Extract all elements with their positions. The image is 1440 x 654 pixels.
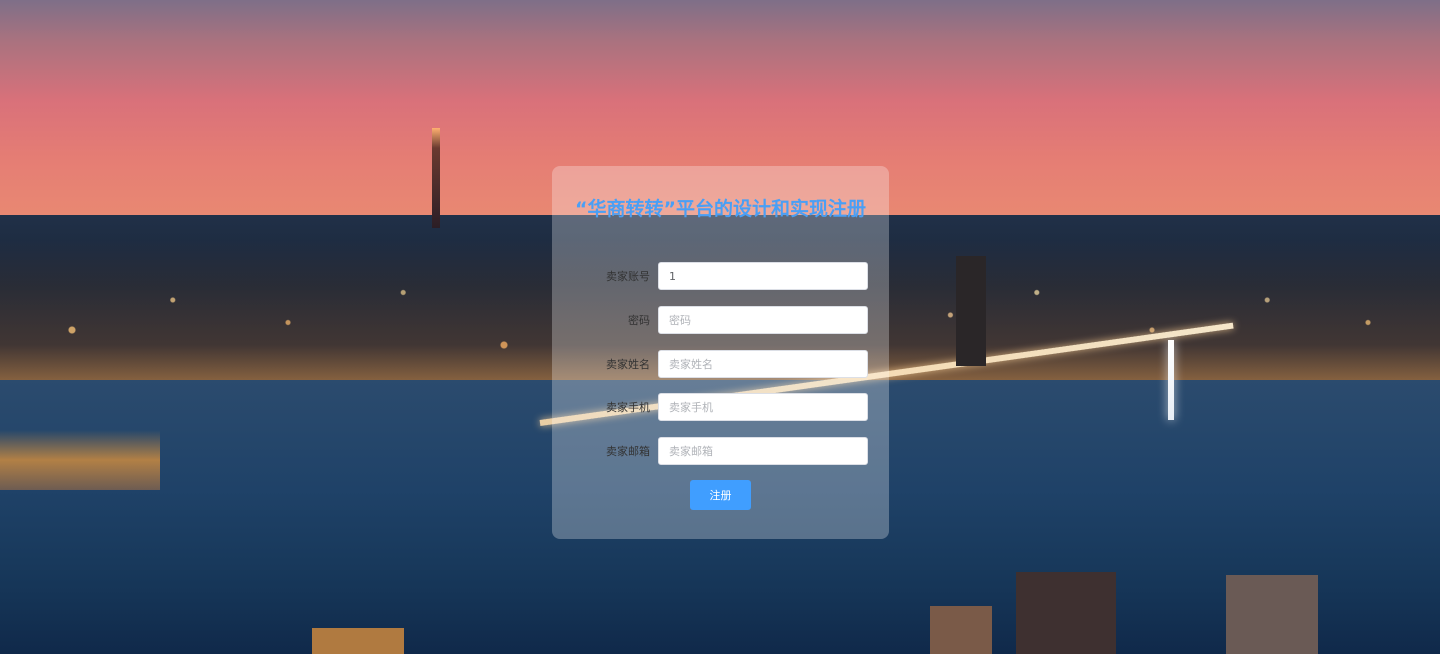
background-building [312, 628, 404, 654]
seller-email-input[interactable] [658, 437, 868, 465]
seller-phone-label: 卖家手机 [606, 401, 650, 414]
seller-name-label: 卖家姓名 [606, 358, 650, 371]
background-port [0, 430, 160, 490]
register-button[interactable]: 注册 [690, 480, 751, 510]
form-row-account: 卖家账号 [552, 262, 889, 290]
account-input[interactable] [658, 262, 868, 290]
account-label: 卖家账号 [606, 270, 650, 283]
seller-email-label: 卖家邮箱 [606, 445, 650, 458]
form-row-seller-name: 卖家姓名 [552, 350, 889, 378]
form-row-seller-email: 卖家邮箱 [552, 437, 889, 465]
background-radio-tower [432, 128, 440, 228]
background-building [930, 606, 992, 654]
form-row-seller-phone: 卖家手机 [552, 393, 889, 421]
register-card: “华商转转”平台的设计和实现注册 卖家账号 密码 卖家姓名 卖家手机 卖家邮箱 … [552, 166, 889, 539]
background-building [956, 256, 986, 366]
password-label: 密码 [628, 314, 650, 327]
register-page: “华商转转”平台的设计和实现注册 卖家账号 密码 卖家姓名 卖家手机 卖家邮箱 … [0, 0, 1440, 654]
background-building [1016, 572, 1116, 654]
form-row-password: 密码 [552, 306, 889, 334]
background-bridge-tower [1168, 340, 1174, 420]
background-building [1226, 575, 1318, 654]
register-title: “华商转转”平台的设计和实现注册 [575, 198, 866, 220]
seller-name-input[interactable] [658, 350, 868, 378]
seller-phone-input[interactable] [658, 393, 868, 421]
password-input[interactable] [658, 306, 868, 334]
